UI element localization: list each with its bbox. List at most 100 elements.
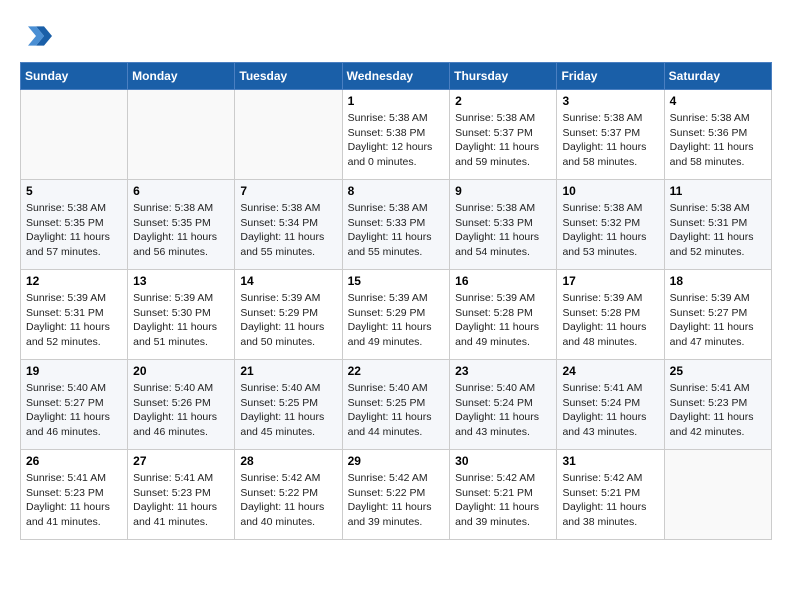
calendar-cell (235, 90, 342, 180)
calendar-cell: 24 Sunrise: 5:41 AMSunset: 5:24 PMDayligh… (557, 360, 664, 450)
calendar-cell (21, 90, 128, 180)
calendar-cell (128, 90, 235, 180)
calendar-cell: 26 Sunrise: 5:41 AMSunset: 5:23 PMDayligh… (21, 450, 128, 540)
day-info: Sunrise: 5:40 AMSunset: 5:24 PMDaylight:… (455, 381, 551, 440)
day-number: 26 (26, 454, 122, 468)
day-number: 14 (240, 274, 336, 288)
day-number: 10 (562, 184, 658, 198)
calendar-cell: 19 Sunrise: 5:40 AMSunset: 5:27 PMDayligh… (21, 360, 128, 450)
day-info: Sunrise: 5:40 AMSunset: 5:26 PMDaylight:… (133, 381, 229, 440)
day-number: 28 (240, 454, 336, 468)
calendar-cell: 20 Sunrise: 5:40 AMSunset: 5:26 PMDayligh… (128, 360, 235, 450)
day-number: 27 (133, 454, 229, 468)
day-number: 2 (455, 94, 551, 108)
calendar-cell: 3 Sunrise: 5:38 AMSunset: 5:37 PMDaylight… (557, 90, 664, 180)
day-info: Sunrise: 5:38 AMSunset: 5:33 PMDaylight:… (348, 201, 445, 260)
calendar-cell: 12 Sunrise: 5:39 AMSunset: 5:31 PMDayligh… (21, 270, 128, 360)
day-info: Sunrise: 5:38 AMSunset: 5:35 PMDaylight:… (133, 201, 229, 260)
day-info: Sunrise: 5:41 AMSunset: 5:24 PMDaylight:… (562, 381, 658, 440)
day-number: 15 (348, 274, 445, 288)
day-number: 13 (133, 274, 229, 288)
day-number: 29 (348, 454, 445, 468)
calendar-cell: 28 Sunrise: 5:42 AMSunset: 5:22 PMDayligh… (235, 450, 342, 540)
calendar-table: SundayMondayTuesdayWednesdayThursdayFrid… (20, 62, 772, 540)
calendar-cell (664, 450, 771, 540)
day-number: 24 (562, 364, 658, 378)
day-info: Sunrise: 5:38 AMSunset: 5:36 PMDaylight:… (670, 111, 766, 170)
calendar-cell: 13 Sunrise: 5:39 AMSunset: 5:30 PMDayligh… (128, 270, 235, 360)
day-info: Sunrise: 5:39 AMSunset: 5:27 PMDaylight:… (670, 291, 766, 350)
calendar-cell: 22Sunrise: 5:40 AMSunset: 5:25 PMDayligh… (342, 360, 450, 450)
day-info: Sunrise: 5:38 AMSunset: 5:32 PMDaylight:… (562, 201, 658, 260)
day-info: Sunrise: 5:38 AMSunset: 5:38 PMDaylight:… (348, 111, 445, 170)
calendar-cell: 2 Sunrise: 5:38 AMSunset: 5:37 PMDaylight… (450, 90, 557, 180)
day-number: 25 (670, 364, 766, 378)
weekday-header-friday: Friday (557, 63, 664, 90)
day-number: 20 (133, 364, 229, 378)
day-number: 30 (455, 454, 551, 468)
day-info: Sunrise: 5:41 AMSunset: 5:23 PMDaylight:… (133, 471, 229, 530)
day-info: Sunrise: 5:38 AMSunset: 5:31 PMDaylight:… (670, 201, 766, 260)
day-info: Sunrise: 5:42 AMSunset: 5:22 PMDaylight:… (240, 471, 336, 530)
day-number: 18 (670, 274, 766, 288)
calendar-cell: 18 Sunrise: 5:39 AMSunset: 5:27 PMDayligh… (664, 270, 771, 360)
calendar-cell: 14 Sunrise: 5:39 AMSunset: 5:29 PMDayligh… (235, 270, 342, 360)
day-number: 9 (455, 184, 551, 198)
calendar-cell: 6 Sunrise: 5:38 AMSunset: 5:35 PMDaylight… (128, 180, 235, 270)
day-info: Sunrise: 5:41 AMSunset: 5:23 PMDaylight:… (670, 381, 766, 440)
calendar-cell: 27 Sunrise: 5:41 AMSunset: 5:23 PMDayligh… (128, 450, 235, 540)
day-info: Sunrise: 5:38 AMSunset: 5:33 PMDaylight:… (455, 201, 551, 260)
day-number: 22 (348, 364, 445, 378)
day-info: Sunrise: 5:39 AMSunset: 5:29 PMDaylight:… (240, 291, 336, 350)
day-number: 7 (240, 184, 336, 198)
day-info: Sunrise: 5:39 AMSunset: 5:28 PMDaylight:… (455, 291, 551, 350)
calendar-cell: 7Sunrise: 5:38 AMSunset: 5:34 PMDaylight… (235, 180, 342, 270)
weekday-header-sunday: Sunday (21, 63, 128, 90)
calendar-cell: 30 Sunrise: 5:42 AMSunset: 5:21 PMDayligh… (450, 450, 557, 540)
logo-icon (20, 20, 52, 52)
day-info: Sunrise: 5:39 AMSunset: 5:29 PMDaylight:… (348, 291, 445, 350)
weekday-header-tuesday: Tuesday (235, 63, 342, 90)
weekday-header-saturday: Saturday (664, 63, 771, 90)
day-info: Sunrise: 5:39 AMSunset: 5:31 PMDaylight:… (26, 291, 122, 350)
calendar-cell: 1 Sunrise: 5:38 AMSunset: 5:38 PMDaylight… (342, 90, 450, 180)
day-info: Sunrise: 5:42 AMSunset: 5:22 PMDaylight:… (348, 471, 445, 530)
day-number: 11 (670, 184, 766, 198)
day-info: Sunrise: 5:38 AMSunset: 5:35 PMDaylight:… (26, 201, 122, 260)
day-number: 5 (26, 184, 122, 198)
day-number: 23 (455, 364, 551, 378)
day-info: Sunrise: 5:38 AMSunset: 5:37 PMDaylight:… (455, 111, 551, 170)
calendar-cell: 9 Sunrise: 5:38 AMSunset: 5:33 PMDaylight… (450, 180, 557, 270)
page-header (20, 20, 772, 52)
calendar-cell: 8 Sunrise: 5:38 AMSunset: 5:33 PMDaylight… (342, 180, 450, 270)
day-info: Sunrise: 5:41 AMSunset: 5:23 PMDaylight:… (26, 471, 122, 530)
day-info: Sunrise: 5:38 AMSunset: 5:37 PMDaylight:… (562, 111, 658, 170)
day-info: Sunrise: 5:40 AMSunset: 5:25 PMDaylight:… (240, 381, 336, 440)
day-number: 1 (348, 94, 445, 108)
day-number: 4 (670, 94, 766, 108)
day-info: Sunrise: 5:40 AMSunset: 5:27 PMDaylight:… (26, 381, 122, 440)
calendar-cell: 31 Sunrise: 5:42 AMSunset: 5:21 PMDayligh… (557, 450, 664, 540)
calendar-cell: 29 Sunrise: 5:42 AMSunset: 5:22 PMDayligh… (342, 450, 450, 540)
calendar-cell: 23 Sunrise: 5:40 AMSunset: 5:24 PMDayligh… (450, 360, 557, 450)
calendar-cell: 21Sunrise: 5:40 AMSunset: 5:25 PMDayligh… (235, 360, 342, 450)
day-info: Sunrise: 5:39 AMSunset: 5:30 PMDaylight:… (133, 291, 229, 350)
calendar-cell: 4 Sunrise: 5:38 AMSunset: 5:36 PMDaylight… (664, 90, 771, 180)
day-number: 12 (26, 274, 122, 288)
calendar-cell: 15 Sunrise: 5:39 AMSunset: 5:29 PMDayligh… (342, 270, 450, 360)
calendar-cell: 25 Sunrise: 5:41 AMSunset: 5:23 PMDayligh… (664, 360, 771, 450)
weekday-header-wednesday: Wednesday (342, 63, 450, 90)
calendar-cell: 10 Sunrise: 5:38 AMSunset: 5:32 PMDayligh… (557, 180, 664, 270)
day-info: Sunrise: 5:42 AMSunset: 5:21 PMDaylight:… (562, 471, 658, 530)
day-number: 16 (455, 274, 551, 288)
day-info: Sunrise: 5:39 AMSunset: 5:28 PMDaylight:… (562, 291, 658, 350)
weekday-header-monday: Monday (128, 63, 235, 90)
day-number: 31 (562, 454, 658, 468)
calendar-cell: 11 Sunrise: 5:38 AMSunset: 5:31 PMDayligh… (664, 180, 771, 270)
day-number: 19 (26, 364, 122, 378)
day-number: 8 (348, 184, 445, 198)
day-number: 6 (133, 184, 229, 198)
calendar-cell: 5 Sunrise: 5:38 AMSunset: 5:35 PMDaylight… (21, 180, 128, 270)
day-number: 3 (562, 94, 658, 108)
day-info: Sunrise: 5:42 AMSunset: 5:21 PMDaylight:… (455, 471, 551, 530)
